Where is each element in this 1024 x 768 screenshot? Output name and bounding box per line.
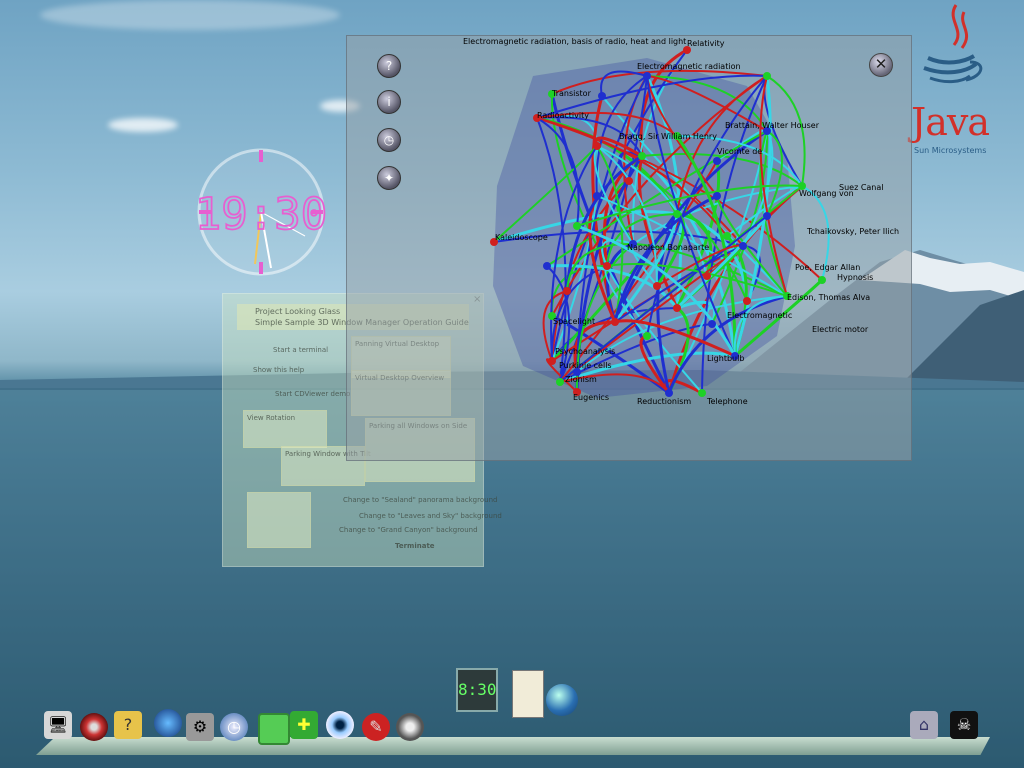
help-thumbnail [247, 492, 311, 548]
pirate-icon[interactable]: ☠ [950, 711, 978, 739]
globe-icon[interactable] [154, 709, 182, 737]
help-item-bg-sealand[interactable]: Change to "Sealand" panorama background [343, 496, 497, 504]
help-item-terminate[interactable]: Terminate [395, 542, 435, 550]
graph-node[interactable] [739, 242, 747, 250]
graph-label[interactable]: Electromagnetic radiation [637, 62, 741, 71]
graph-label[interactable]: Reductionism [637, 397, 691, 406]
help-item-show-help[interactable]: Show this help [253, 366, 304, 374]
brush-icon[interactable]: ✎ [362, 713, 390, 741]
graph-label[interactable]: Suez Canal [839, 183, 884, 192]
graph-node[interactable] [698, 389, 706, 397]
graph-label[interactable]: Eugenics [573, 393, 609, 402]
satellite-icon[interactable]: ⚙ [186, 713, 214, 741]
graph-node[interactable] [638, 152, 646, 160]
clock-icon[interactable]: ◷ [377, 128, 401, 152]
graph-node[interactable] [603, 262, 611, 270]
help-icon[interactable]: ? [114, 711, 142, 739]
graph-node[interactable] [556, 378, 564, 386]
graph-label[interactable]: Psychoanalysis [555, 347, 615, 356]
graph-node[interactable] [653, 282, 661, 290]
graph-node[interactable] [573, 222, 581, 230]
graph-label[interactable]: Kaleidoscope [495, 233, 548, 242]
graph-label[interactable]: Vicomte de [717, 147, 762, 156]
computer-icon[interactable]: 🖥 [44, 711, 72, 739]
graph-label[interactable]: Electric motor [812, 325, 869, 334]
house-icon[interactable]: ⌂ [910, 711, 938, 739]
graph-node[interactable] [643, 332, 651, 340]
graph-label[interactable]: Hypnosis [837, 273, 873, 282]
graph-label[interactable]: Radioactivity [537, 111, 589, 120]
graph-label[interactable]: Purkinje cells [559, 361, 612, 370]
help-item-terminal[interactable]: Start a terminal [273, 346, 328, 354]
graph-node[interactable] [673, 304, 681, 312]
graph-node[interactable] [543, 262, 551, 270]
graph-label[interactable]: Telephone [706, 397, 748, 406]
graph-node[interactable] [713, 157, 721, 165]
help-heading-rotation: View Rotation [247, 414, 296, 422]
mini-clock-thumbnail[interactable]: 8:30 [456, 668, 498, 712]
sun-microsystems-text: Sun Microsystems [914, 146, 987, 155]
puzzle-icon[interactable]: ✚ [290, 711, 318, 739]
graph-node[interactable] [625, 177, 633, 185]
help-title: Project Looking Glass [255, 307, 341, 316]
clock-icon[interactable]: ◷ [220, 713, 248, 741]
terminal-icon[interactable] [258, 713, 290, 745]
graph-label[interactable]: Transistor [551, 89, 592, 98]
graph-node[interactable] [763, 72, 771, 80]
graph-node[interactable] [598, 92, 606, 100]
concept-graph[interactable]: Electromagnetic radiation, basis of radi… [347, 36, 911, 460]
clock-digits: 19:30 [195, 189, 327, 240]
film-icon[interactable] [396, 713, 424, 741]
graph-label[interactable]: Edison, Thomas Alva [787, 293, 870, 302]
graph-label[interactable]: Spacelight [553, 317, 595, 326]
graph-node[interactable] [723, 232, 731, 240]
help-item-cdviewer[interactable]: Start CDViewer demo [275, 390, 350, 398]
graph-node[interactable] [643, 72, 651, 80]
dock-shelf [36, 737, 990, 755]
close-icon[interactable]: ✕ [869, 53, 893, 77]
desktop-clock[interactable]: 19:30 [195, 144, 327, 280]
help-item-bg-canyon[interactable]: Change to "Grand Canyon" background [339, 526, 478, 534]
graph-label[interactable]: Brattain, Walter Houser [725, 121, 820, 130]
graph-node[interactable] [708, 320, 716, 328]
graph-node[interactable] [611, 318, 619, 326]
graph-label[interactable]: Tchaikovsky, Peter Ilich [806, 227, 899, 236]
mini-clock-text: 8:30 [458, 680, 497, 699]
help-item-bg-leaves[interactable]: Change to "Leaves and Sky" background [359, 512, 502, 520]
graph-node[interactable] [818, 276, 826, 284]
graph-label[interactable]: Relativity [687, 39, 725, 48]
help-icon[interactable]: ? [377, 54, 401, 78]
graph-label[interactable]: Lightbulb [707, 354, 744, 363]
graph-node[interactable] [563, 287, 571, 295]
graph-node[interactable] [763, 212, 771, 220]
graph-node[interactable] [743, 297, 751, 305]
dock: 🖥 ? ⚙ ◷ ✚ ✎ ⌂ ☠ [36, 707, 990, 757]
graph-node[interactable] [703, 272, 711, 280]
graph-node[interactable] [713, 192, 721, 200]
graph-label[interactable]: Poe, Edgar Allan [795, 263, 860, 272]
graph-node[interactable] [593, 142, 601, 150]
graph-node[interactable] [665, 389, 673, 397]
graph-node[interactable] [673, 210, 681, 218]
network-icon[interactable]: ✦ [377, 166, 401, 190]
graph-label[interactable]: Electromagnetic radiation, basis of radi… [463, 37, 686, 46]
graph-label[interactable]: Bragg, Sir William Henry [619, 132, 717, 141]
graph-node[interactable] [593, 192, 601, 200]
graph-node[interactable] [548, 357, 556, 365]
cd-icon[interactable] [80, 713, 108, 741]
concept-map-window[interactable]: Electromagnetic radiation, basis of radi… [346, 35, 912, 461]
info-icon[interactable]: i [377, 90, 401, 114]
eye-icon[interactable] [326, 711, 354, 739]
graph-label[interactable]: Zionism [565, 375, 597, 384]
graph-label[interactable]: Electromagnetic [727, 311, 792, 320]
graph-label[interactable]: Napoleon Bonaparte [627, 243, 709, 252]
java-logo-text: Java [911, 100, 990, 144]
